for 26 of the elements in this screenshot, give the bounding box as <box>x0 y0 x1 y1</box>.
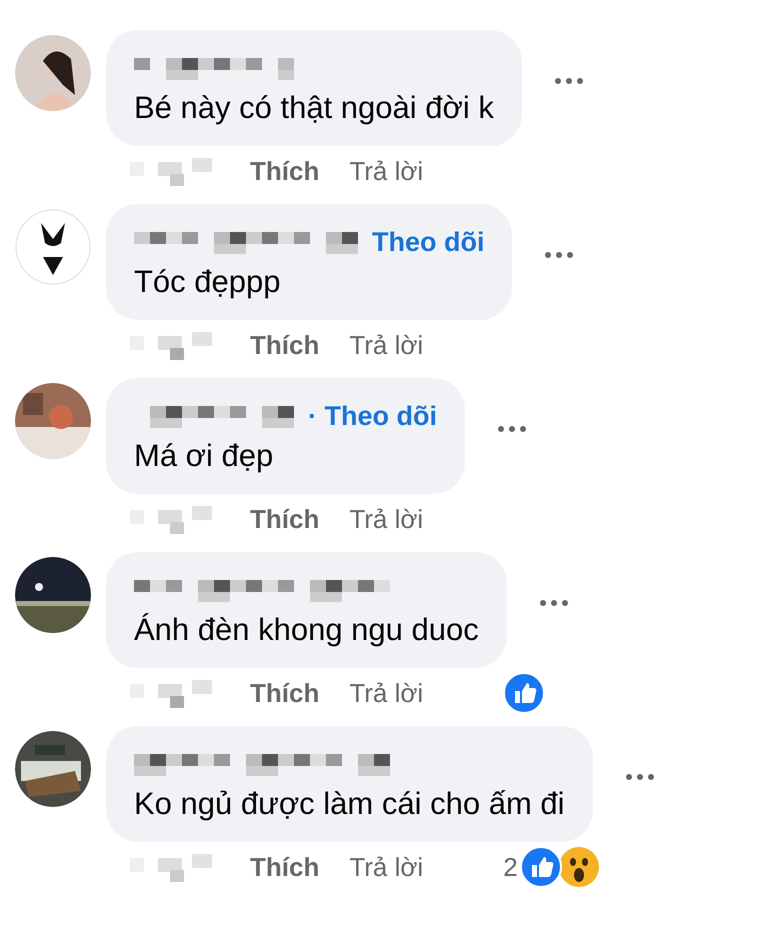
like-link[interactable]: Thích <box>250 852 320 882</box>
more-icon[interactable] <box>624 773 655 781</box>
wow-icon <box>558 846 600 888</box>
follow-link[interactable]: Theo dõi <box>372 226 484 258</box>
like-link[interactable]: Thích <box>250 156 320 186</box>
like-link[interactable]: Thích <box>250 330 320 360</box>
reply-link[interactable]: Trả lời <box>349 504 424 534</box>
comment-text: Bé này có thật ngoài đời k <box>134 90 494 126</box>
comment-text: Ánh đèn khong ngu duoc <box>134 612 479 648</box>
comment-text: Má ơi đẹp <box>134 438 274 474</box>
comment-text: Ko ngủ được làm cái cho ấm đi <box>134 786 565 822</box>
more-icon[interactable] <box>538 599 569 607</box>
reply-link[interactable]: Trả lời <box>349 678 424 708</box>
reply-link[interactable]: Trả lời <box>349 852 424 882</box>
more-icon[interactable] <box>544 251 574 259</box>
reaction-count: 2 <box>503 852 518 882</box>
like-icon <box>520 846 562 888</box>
like-icon <box>503 672 546 714</box>
comment-text: Tóc đẹppp <box>134 264 282 300</box>
follow-link[interactable]: · Theo dõi <box>308 400 437 432</box>
like-link[interactable]: Thích <box>250 678 320 708</box>
reply-link[interactable]: Trả lời <box>349 330 424 360</box>
more-icon[interactable] <box>554 77 584 85</box>
more-icon[interactable] <box>496 425 527 433</box>
like-link[interactable]: Thích <box>250 504 320 534</box>
reply-link[interactable]: Trả lời <box>349 156 424 186</box>
